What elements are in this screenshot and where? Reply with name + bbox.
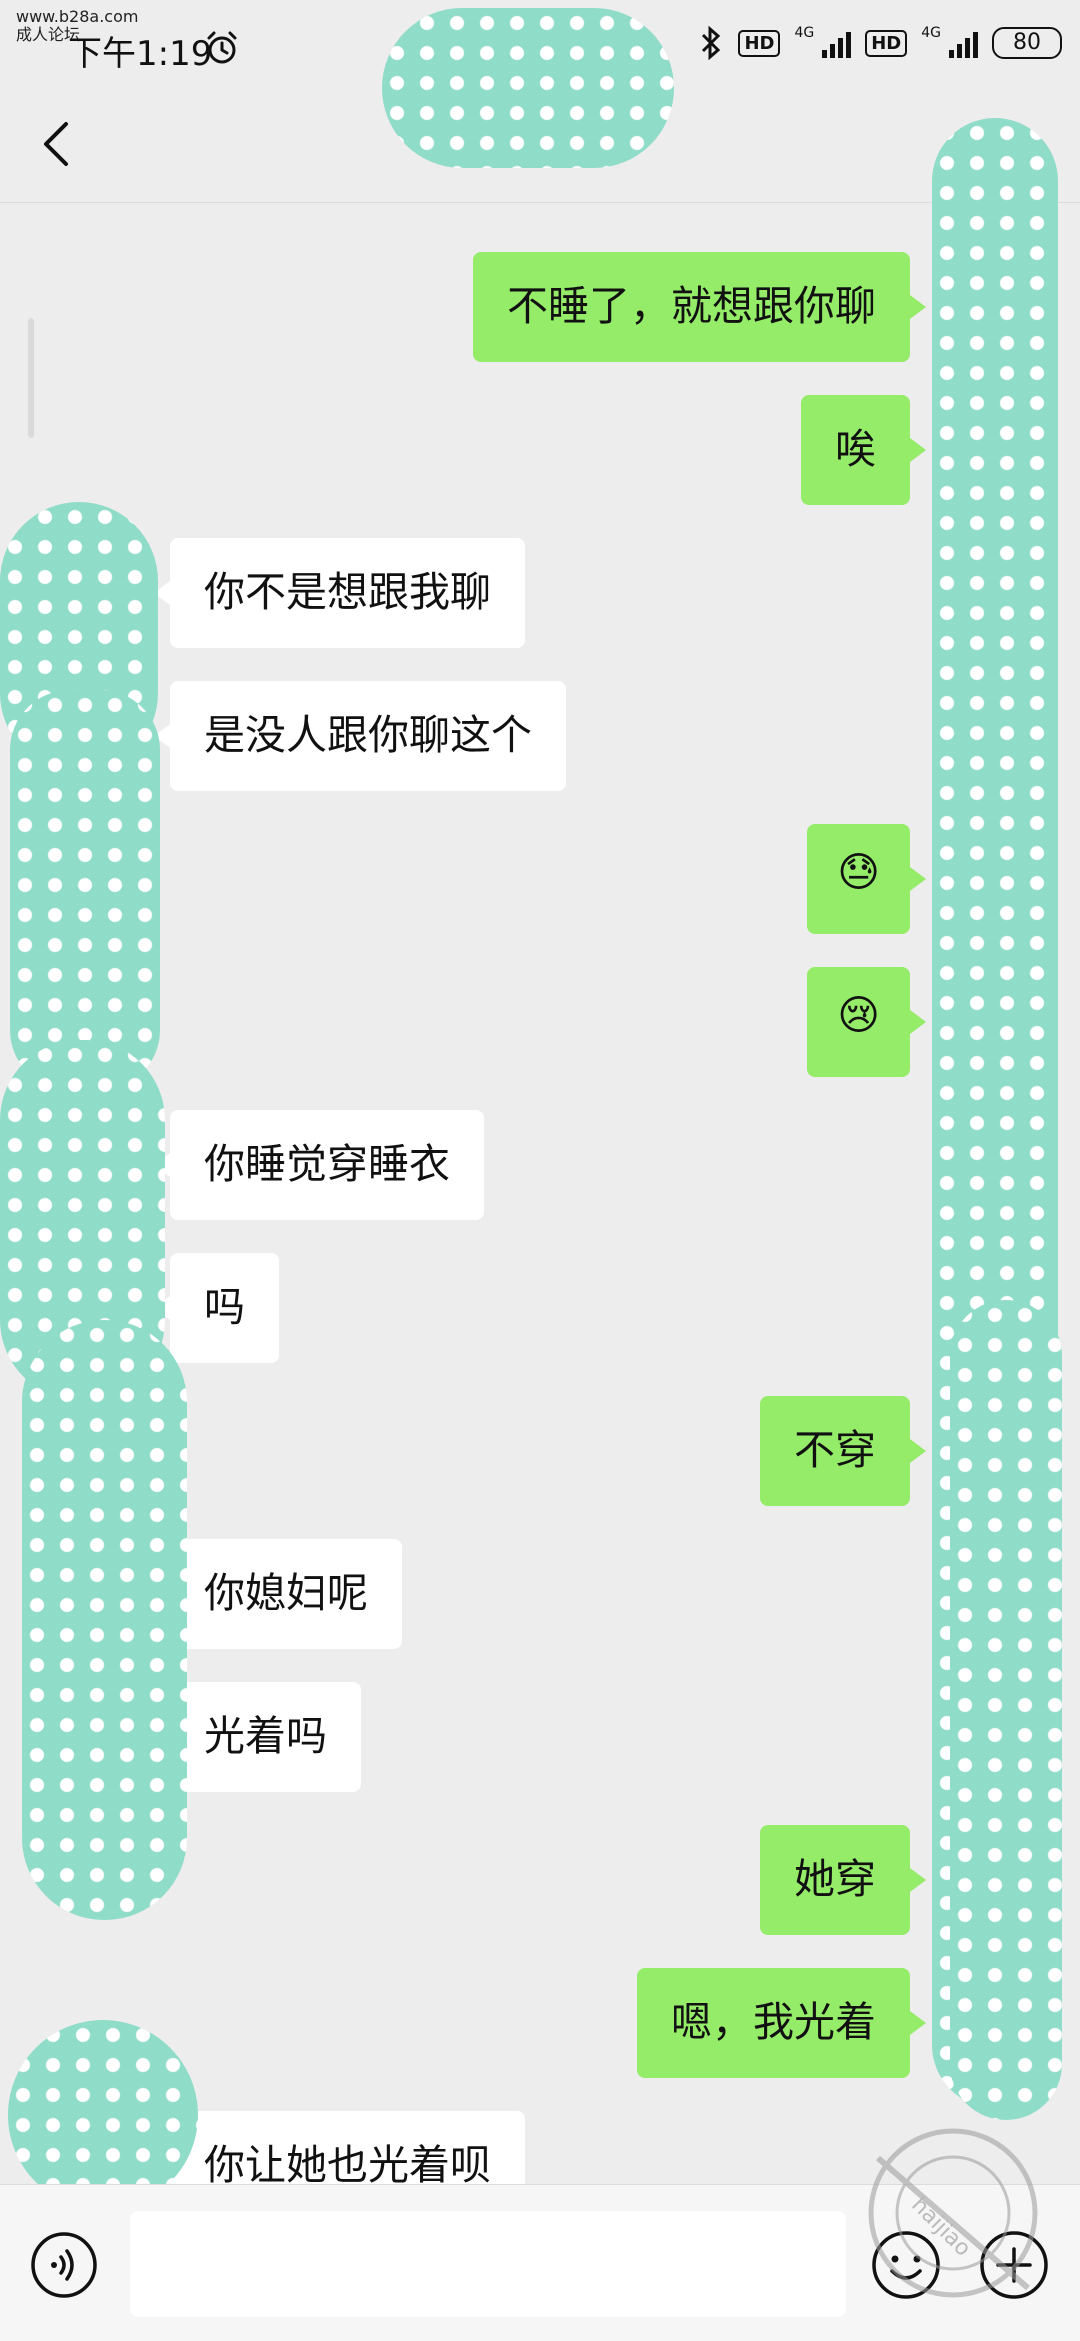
watermark-line-1: www.b28a.com: [16, 7, 139, 26]
network-type-1: 4G: [794, 25, 815, 41]
signal-bars-2-icon: [949, 28, 978, 58]
system-icons: HD 4G HD 4G 80: [698, 25, 1062, 60]
crying-emoji-icon: 😢: [837, 991, 880, 1039]
message-text: 不穿: [794, 1426, 876, 1474]
status-time: 下午1:19: [68, 34, 213, 74]
message-text: 你让她也光着呗: [204, 2141, 491, 2189]
signal-bars-1-icon: [822, 28, 852, 58]
message-bubble-in[interactable]: 是没人跟你聊这个: [170, 681, 566, 791]
bubble-tail: [910, 1868, 926, 1892]
message-bubble-in[interactable]: 你睡觉穿睡衣: [170, 1110, 484, 1220]
message-text: 你媳妇呢: [204, 1569, 368, 1617]
message-text: 唉: [835, 425, 876, 473]
redaction-title: [382, 8, 674, 168]
message-input[interactable]: [130, 2211, 846, 2317]
message-text: 她穿: [794, 1855, 876, 1903]
bubble-tail: [910, 2011, 926, 2035]
message-bubble-in[interactable]: 光着吗: [170, 1682, 361, 1792]
bubble-tail: [910, 1439, 926, 1463]
bubble-tail: [910, 295, 926, 319]
redaction-avatar-column-right-2: [950, 1300, 1062, 2120]
bubble-tail: [910, 438, 926, 462]
message-bubble-in[interactable]: 吗: [170, 1253, 279, 1363]
message-text: 不睡了，就想跟你聊: [507, 282, 876, 330]
scroll-indicator[interactable]: [28, 318, 34, 438]
message-bubble-out[interactable]: 😓: [807, 824, 910, 934]
message-bubble-out[interactable]: 😢: [807, 967, 910, 1077]
bluetooth-icon: [702, 26, 721, 60]
redaction-avatar-column-left-mid: [10, 690, 160, 1090]
hd-badge-2: HD: [865, 29, 908, 57]
message-text: 你睡觉穿睡衣: [204, 1140, 450, 1188]
message-bubble-out[interactable]: 不穿: [760, 1396, 910, 1506]
hd-badge-1: HD: [738, 29, 781, 57]
voice-input-icon[interactable]: [30, 2231, 98, 2299]
message-bubble-out[interactable]: 不睡了，就想跟你聊: [473, 252, 910, 362]
sweat-emoji-icon: 😓: [837, 848, 880, 896]
message-text: 是没人跟你聊这个: [204, 711, 532, 759]
watermark-stamp-icon: haijiao: [868, 2128, 1038, 2298]
message-text: 嗯，我光着: [671, 1998, 876, 2046]
message-bubble-in[interactable]: 你不是想跟我聊: [170, 538, 525, 648]
redaction-avatar-column-left-bottom: [22, 1320, 187, 1920]
message-bubble-in[interactable]: 你媳妇呢: [170, 1539, 402, 1649]
bubble-tail: [910, 867, 926, 891]
back-arrow-icon[interactable]: [32, 114, 80, 174]
watermark-bottom-text: haijiao: [906, 2192, 975, 2261]
message-text: 你不是想跟我聊: [204, 568, 491, 616]
message-bubble-out[interactable]: 唉: [801, 395, 910, 505]
message-text: 吗: [204, 1283, 245, 1331]
redaction-avatar-last: [8, 2020, 198, 2210]
battery-indicator: 80: [992, 27, 1062, 59]
message-bubble-out[interactable]: 嗯，我光着: [637, 1968, 910, 2078]
alarm-clock-icon: [207, 31, 237, 64]
message-text: 光着吗: [204, 1712, 327, 1760]
bubble-tail: [910, 1010, 926, 1034]
network-type-2: 4G: [921, 25, 941, 41]
message-bubble-out[interactable]: 她穿: [760, 1825, 910, 1935]
